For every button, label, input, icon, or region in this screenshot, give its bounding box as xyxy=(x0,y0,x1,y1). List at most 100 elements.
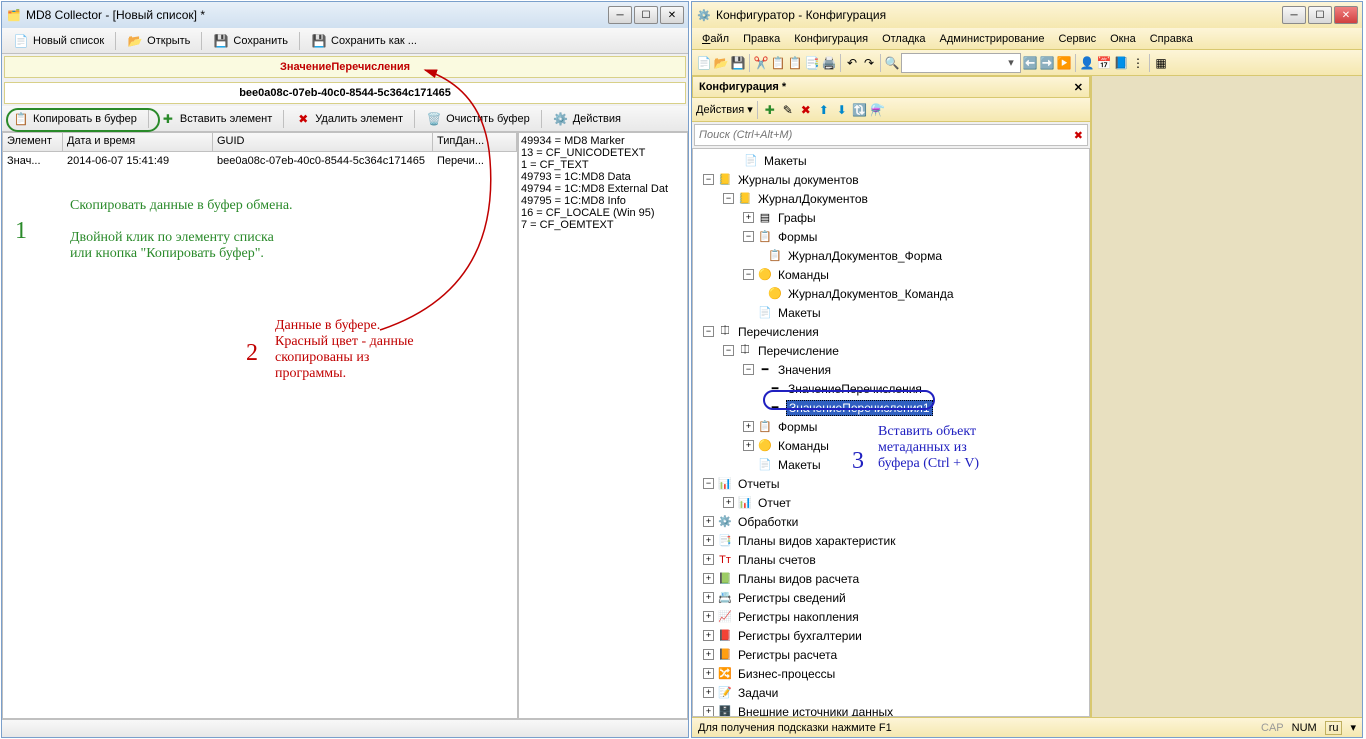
print-icon[interactable]: 🖨️ xyxy=(821,55,837,71)
menu-edit[interactable]: Правка xyxy=(737,31,786,47)
filter-icon[interactable]: ⚗️ xyxy=(870,102,886,118)
expand-icon[interactable]: + xyxy=(743,212,754,223)
redo-icon[interactable]: ↷ xyxy=(861,55,877,71)
menu-file[interactable]: Файл xyxy=(696,31,735,47)
collapse-icon[interactable]: − xyxy=(723,345,734,356)
expand-icon[interactable]: + xyxy=(703,687,714,698)
search-icon[interactable]: 🔍 xyxy=(884,55,900,71)
expand-icon[interactable]: + xyxy=(743,421,754,432)
copy2-icon[interactable]: 📑 xyxy=(804,55,820,71)
run-icon[interactable]: ▶️ xyxy=(1056,55,1072,71)
folder-icon: 📄 xyxy=(757,306,773,320)
search-input[interactable] xyxy=(699,129,1074,141)
expand-icon[interactable]: + xyxy=(703,554,714,565)
collapse-icon[interactable]: − xyxy=(703,478,714,489)
collapse-icon[interactable]: − xyxy=(743,364,754,375)
insert-element-button[interactable]: ✚Вставить элемент xyxy=(153,108,279,130)
report-icon: 📊 xyxy=(737,496,753,510)
calendar-icon[interactable]: 📅 xyxy=(1096,55,1112,71)
bp-icon: 🔀 xyxy=(717,667,733,681)
expand-icon[interactable]: + xyxy=(743,440,754,451)
actions-dropdown[interactable]: Действия ▾ xyxy=(696,103,753,116)
clear-buffer-button[interactable]: 🗑️Очистить буфер xyxy=(419,108,537,130)
titlebar[interactable]: ⚙️ Конфигуратор - Конфигурация ─ ☐ ✕ xyxy=(692,2,1362,28)
col-datetime[interactable]: Дата и время xyxy=(63,133,213,151)
open-icon[interactable]: 📂 xyxy=(713,55,729,71)
col-element[interactable]: Элемент xyxy=(3,133,63,151)
menu-debug[interactable]: Отладка xyxy=(876,31,931,47)
undo-icon[interactable]: ↶ xyxy=(844,55,860,71)
format-line: 49794 = 1C:MD8 External Dat xyxy=(521,183,685,195)
selected-enum-value[interactable]: ЗначениеПеречисления1 xyxy=(786,400,933,416)
maximize-button[interactable]: ☐ xyxy=(634,6,658,24)
chevron-down-icon: ▾ xyxy=(1004,56,1018,69)
up-icon[interactable]: ⬆ xyxy=(816,102,832,118)
copy-buffer-button[interactable]: 📋Копировать в буфер xyxy=(6,108,144,130)
expand-icon[interactable]: + xyxy=(703,668,714,679)
syntax-icon[interactable]: 📘 xyxy=(1113,55,1129,71)
titlebar[interactable]: 🗂️ MD8 Collector - [Новый список] * ─ ☐ … xyxy=(2,2,688,28)
save-button[interactable]: 💾Сохранить xyxy=(206,30,295,52)
delete-icon[interactable]: ✖ xyxy=(798,102,814,118)
menu-config[interactable]: Конфигурация xyxy=(788,31,874,47)
collapse-icon[interactable]: − xyxy=(723,193,734,204)
save-icon[interactable]: 💾 xyxy=(730,55,746,71)
delete-element-button[interactable]: ✖Удалить элемент xyxy=(288,108,410,130)
clipboard-title: ЗначениеПеречисления xyxy=(4,56,686,78)
maximize-button[interactable]: ☐ xyxy=(1308,6,1332,24)
side-format-list[interactable]: 49934 = MD8 Marker 13 = CF_UNICODETEXT 1… xyxy=(518,132,688,719)
collapse-icon[interactable]: − xyxy=(703,174,714,185)
app-icon: ⚙️ xyxy=(696,7,712,23)
menu-admin[interactable]: Администрирование xyxy=(934,31,1051,47)
expand-icon[interactable]: + xyxy=(703,535,714,546)
close-button[interactable]: ✕ xyxy=(660,6,684,24)
collapse-icon[interactable]: − xyxy=(703,326,714,337)
edit-icon[interactable]: ✎ xyxy=(780,102,796,118)
more-icon[interactable]: ⋮ xyxy=(1130,55,1146,71)
expand-icon[interactable]: + xyxy=(703,516,714,527)
user-icon[interactable]: 👤 xyxy=(1079,55,1095,71)
nav-fwd-icon[interactable]: ➡️ xyxy=(1039,55,1055,71)
panel-icon[interactable]: ▦ xyxy=(1153,55,1169,71)
chevron-down-icon[interactable]: ▾ xyxy=(1350,721,1356,734)
col-guid[interactable]: GUID xyxy=(213,133,433,151)
info-reg-icon: 📇 xyxy=(717,591,733,605)
value-icon: ━ xyxy=(767,382,783,396)
minimize-button[interactable]: ─ xyxy=(1282,6,1306,24)
new-list-button[interactable]: 📄Новый список xyxy=(6,30,111,52)
cut-icon[interactable]: ✂️ xyxy=(753,55,769,71)
list-item[interactable]: Знач... 2014-06-07 15:41:49 bee0a08c-07e… xyxy=(3,152,517,170)
expand-icon[interactable]: + xyxy=(703,630,714,641)
nav-back-icon[interactable]: ⬅️ xyxy=(1022,55,1038,71)
menu-windows[interactable]: Окна xyxy=(1104,31,1142,47)
collapse-icon[interactable]: − xyxy=(743,269,754,280)
add-icon[interactable]: ✚ xyxy=(762,102,778,118)
calc-plan-icon: 📗 xyxy=(717,572,733,586)
paste-icon[interactable]: 📋 xyxy=(787,55,803,71)
expand-icon[interactable]: + xyxy=(703,649,714,660)
down-icon[interactable]: ⬇ xyxy=(834,102,850,118)
close-button[interactable]: ✕ xyxy=(1334,6,1358,24)
search-box[interactable]: ✖ xyxy=(694,124,1088,146)
format-line: 7 = CF_OEMTEXT xyxy=(521,219,685,231)
expand-icon[interactable]: + xyxy=(703,706,714,717)
save-as-button[interactable]: 💾Сохранить как ... xyxy=(304,30,424,52)
expand-icon[interactable]: + xyxy=(723,497,734,508)
expand-icon[interactable]: + xyxy=(703,592,714,603)
panel-close-icon[interactable]: ✕ xyxy=(1074,81,1083,94)
actions-button[interactable]: ⚙️Действия xyxy=(546,108,628,130)
menu-service[interactable]: Сервис xyxy=(1052,31,1102,47)
sort-icon[interactable]: 🔃 xyxy=(852,102,868,118)
copy-icon[interactable]: 📋 xyxy=(770,55,786,71)
expand-icon[interactable]: + xyxy=(703,611,714,622)
menu-help[interactable]: Справка xyxy=(1144,31,1199,47)
col-type[interactable]: ТипДан... xyxy=(433,133,517,151)
clear-search-icon[interactable]: ✖ xyxy=(1074,129,1083,142)
collapse-icon[interactable]: − xyxy=(743,231,754,242)
minimize-button[interactable]: ─ xyxy=(608,6,632,24)
new-icon[interactable]: 📄 xyxy=(696,55,712,71)
expand-icon[interactable]: + xyxy=(703,573,714,584)
search-combo[interactable]: ▾ xyxy=(901,53,1021,73)
journal-icon: 📒 xyxy=(737,192,753,206)
open-button[interactable]: 📂Открыть xyxy=(120,30,197,52)
